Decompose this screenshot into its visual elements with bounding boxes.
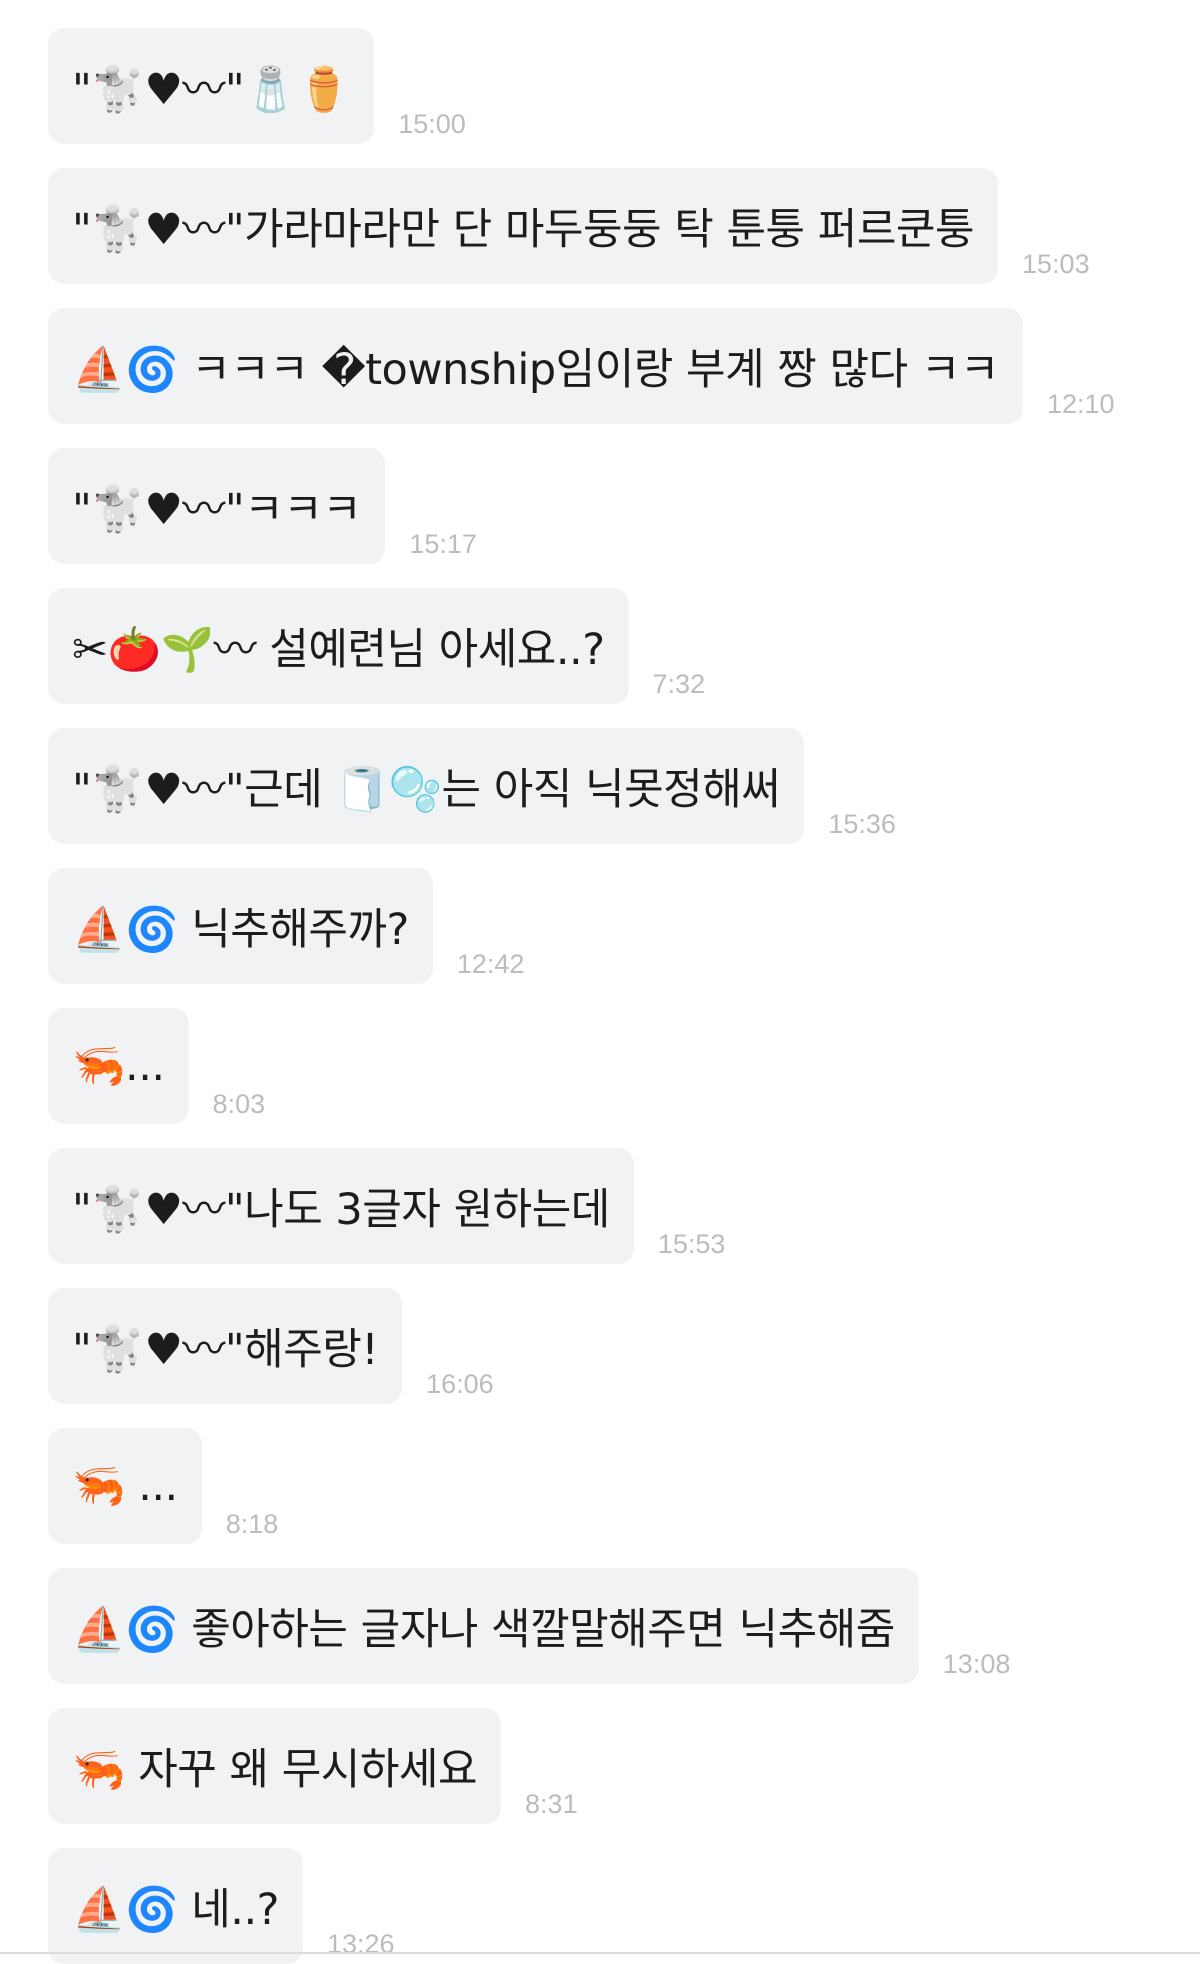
message-text: 🦐 자꾸 왜 무시하세요 [72,1745,478,1795]
message-timestamp: 13:26 [326,1929,395,1959]
chat-message: "🐩♥︎〰"🧂⚱️ 15:00 [48,28,466,144]
message-text: ⛵🌀 네..? [72,1885,279,1935]
chat-message: "🐩♥︎〰"나도 3글자 원하는데 15:53 [48,1148,725,1264]
message-bubble[interactable]: "🐩♥︎〰"해주랑! [48,1288,403,1404]
message-bubble[interactable]: ⛵🌀 닉추해주까? [48,868,433,984]
message-timestamp: 8:03 [212,1089,266,1119]
chat-message: "🐩♥︎〰"근데 🧻🫧는 아직 닉못정해써 15:36 [48,728,896,844]
message-bubble[interactable]: "🐩♥︎〰"근데 🧻🫧는 아직 닉못정해써 [48,728,805,844]
message-timestamp: 12:10 [1046,389,1115,419]
message-timestamp: 15:53 [657,1229,726,1259]
chat-message: 🦐... 8:03 [48,1008,265,1124]
chat-message: 🦐 자꾸 왜 무시하세요 8:31 [48,1708,578,1824]
message-timestamp: 15:17 [409,529,477,559]
message-timestamp: 8:31 [525,1789,578,1819]
message-bubble[interactable]: 🦐 ... [48,1428,202,1544]
message-text: ⛵🌀 좋아하는 글자나 색깔말해주면 닉추해줌 [72,1605,895,1655]
message-text: 🦐 ... [72,1461,178,1511]
message-bubble[interactable]: ✂🍅🌱〰 설예련님 아세요..? [48,588,629,704]
message-bubble[interactable]: ⛵🌀 ㅋㅋㅋ �township임이랑 부계 짱 많다 ㅋㅋ [48,308,1023,424]
message-bubble[interactable]: "🐩♥︎〰"가라마라만 단 마두둥둥 탁 툰퉁 퍼르쿤퉁 [48,168,999,284]
message-text: 🦐... [72,1041,165,1091]
message-bubble[interactable]: ⛵🌀 좋아하는 글자나 색깔말해주면 닉추해줌 [48,1568,919,1684]
message-timestamp: 15:00 [398,109,466,139]
message-timestamp: 12:42 [456,949,525,979]
chat-message: "🐩♥︎〰"가라마라만 단 마두둥둥 탁 툰퉁 퍼르쿤퉁 15:03 [48,168,1090,284]
chat-message: ⛵🌀 네..? 13:26 [48,1848,395,1964]
message-timestamp: 7:32 [652,669,706,699]
message-timestamp: 15:36 [828,809,896,839]
chat-message: ✂🍅🌱〰 설예련님 아세요..? 7:32 [48,588,705,704]
chat-message: "🐩♥︎〰"ㅋㅋㅋ 15:17 [48,448,477,564]
message-bubble[interactable]: "🐩♥︎〰"나도 3글자 원하는데 [48,1148,634,1264]
chat-message: ⛵🌀 ㅋㅋㅋ �township임이랑 부계 짱 많다 ㅋㅋ 12:10 [48,308,1115,424]
message-bubble[interactable]: 🦐 자꾸 왜 무시하세요 [48,1708,502,1824]
message-text: ⛵🌀 ㅋㅋㅋ �township임이랑 부계 짱 많다 ㅋㅋ [72,345,999,395]
message-text: ⛵🌀 닉추해주까? [72,905,409,955]
message-bubble[interactable]: "🐩♥︎〰"ㅋㅋㅋ [48,448,386,564]
message-timestamp: 13:08 [942,1649,1011,1679]
message-text: "🐩♥︎〰"가라마라만 단 마두둥둥 탁 툰퉁 퍼르쿤퉁 [72,205,975,255]
chat-message: ⛵🌀 닉추해주까? 12:42 [48,868,524,984]
message-timestamp: 16:06 [426,1369,494,1399]
message-timestamp: 15:03 [1022,249,1090,279]
message-text: "🐩♥︎〰"나도 3글자 원하는데 [72,1185,610,1235]
chat-message: ⛵🌀 좋아하는 글자나 색깔말해주면 닉추해줌 13:08 [48,1568,1010,1684]
chat-message: 🦐 ... 8:18 [48,1428,278,1544]
message-text: "🐩♥︎〰"ㅋㅋㅋ [72,485,362,535]
message-text: "🐩♥︎〰"해주랑! [72,1325,379,1375]
chat-message-list: "🐩♥︎〰"🧂⚱️ 15:00 "🐩♥︎〰"가라마라만 단 마두둥둥 탁 툰퉁 … [0,0,1200,1964]
divider [0,1952,1200,1954]
message-text: "🐩♥︎〰"근데 🧻🫧는 아직 닉못정해써 [72,765,781,815]
message-text: "🐩♥︎〰"🧂⚱️ [72,65,351,115]
message-bubble[interactable]: 🦐... [48,1008,189,1124]
chat-message: "🐩♥︎〰"해주랑! 16:06 [48,1288,494,1404]
message-text: ✂🍅🌱〰 설예련님 아세요..? [72,625,605,675]
message-bubble[interactable]: "🐩♥︎〰"🧂⚱️ [48,28,375,144]
message-bubble[interactable]: ⛵🌀 네..? [48,1848,303,1964]
message-timestamp: 8:18 [225,1509,279,1539]
